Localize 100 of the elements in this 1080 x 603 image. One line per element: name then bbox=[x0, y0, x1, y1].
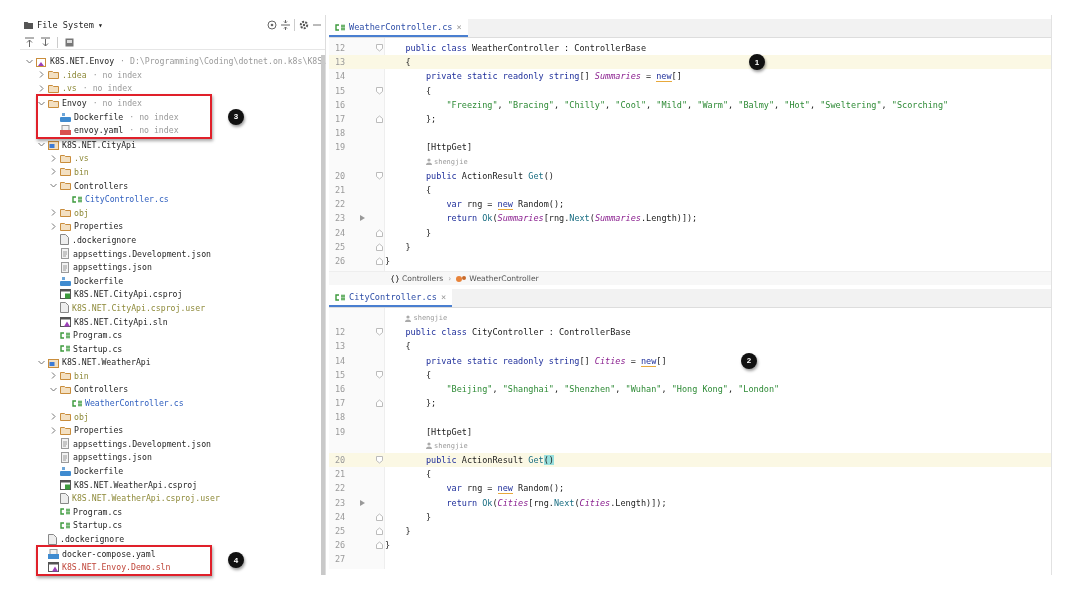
tree-item[interactable]: appsettings.json bbox=[20, 260, 152, 274]
fold-marker-icon[interactable] bbox=[375, 526, 383, 535]
tree-item[interactable]: K8S.NET.WeatherApi bbox=[20, 355, 151, 370]
line-number: 13 bbox=[334, 341, 347, 352]
tree-item[interactable]: Startup.cs bbox=[20, 341, 123, 356]
tree-item[interactable]: bin bbox=[20, 369, 89, 383]
preview-icon[interactable] bbox=[65, 37, 74, 47]
target-icon[interactable] bbox=[267, 19, 277, 30]
code-line: [HttpGet] bbox=[424, 426, 472, 437]
chevron-right-icon[interactable] bbox=[37, 84, 45, 92]
run-icon[interactable] bbox=[359, 499, 365, 506]
chevron-right-icon[interactable] bbox=[49, 154, 57, 162]
tree-item[interactable]: .dockerignore bbox=[20, 233, 137, 247]
code-line: } bbox=[424, 511, 432, 522]
chevron-right-icon[interactable] bbox=[49, 413, 57, 421]
tree-item[interactable]: docker-compose.yaml bbox=[20, 546, 156, 561]
tree-item[interactable]: appsettings.Development.json bbox=[20, 437, 212, 451]
code-line: { bbox=[424, 369, 432, 380]
panel-title[interactable]: File System bbox=[37, 19, 94, 30]
tree-item[interactable]: K8S.NET.CityApi.sln bbox=[20, 314, 168, 329]
chevron-down-icon[interactable] bbox=[37, 99, 45, 107]
tree-item[interactable]: appsettings.Development.json bbox=[20, 246, 212, 261]
tree-item[interactable]: K8S.NET.CityApi.csproj.user bbox=[20, 301, 206, 315]
chevron-right-icon[interactable] bbox=[37, 71, 45, 79]
fold-marker-icon[interactable] bbox=[375, 328, 383, 337]
tree-item[interactable]: obj bbox=[20, 409, 89, 424]
tree-item[interactable]: Dockerfile · no index bbox=[20, 109, 179, 124]
folder-icon bbox=[24, 20, 33, 29]
chevron-right-icon[interactable] bbox=[49, 426, 57, 434]
tree-item[interactable]: Envoy · no index bbox=[20, 96, 142, 110]
caret-icon[interactable]: ▾ bbox=[97, 19, 103, 30]
fold-marker-icon[interactable] bbox=[375, 455, 383, 464]
code-area[interactable] bbox=[329, 38, 1051, 271]
tree-item[interactable]: obj bbox=[20, 205, 89, 220]
code-line: { bbox=[404, 57, 411, 68]
fold-marker-icon[interactable] bbox=[375, 256, 383, 265]
line-number: 17 bbox=[334, 114, 347, 125]
tree-item[interactable]: Properties bbox=[20, 219, 124, 234]
chevron-right-icon[interactable] bbox=[49, 168, 57, 176]
chevron-right-icon[interactable] bbox=[49, 222, 57, 230]
tree-item[interactable]: K8S.NET.WeatherApi.csproj bbox=[20, 477, 198, 492]
csharp-file-icon bbox=[335, 22, 345, 32]
fold-marker-icon[interactable] bbox=[375, 399, 383, 408]
line-number: 23 bbox=[334, 213, 347, 224]
chevron-down-icon[interactable] bbox=[37, 141, 45, 149]
code-area[interactable] bbox=[329, 308, 1051, 570]
line-number: 24 bbox=[334, 227, 347, 238]
tree-item[interactable]: K8S.NET.Envoy.Demo.sln bbox=[20, 560, 171, 574]
tree-item[interactable]: .vs · no index bbox=[20, 81, 133, 96]
run-icon[interactable] bbox=[359, 215, 365, 222]
tree-item[interactable]: .idea · no index bbox=[20, 68, 142, 82]
line-number: 14 bbox=[334, 71, 347, 82]
tree-item[interactable]: bin bbox=[20, 165, 89, 179]
code-line: "Freezing", "Bracing", "Chilly", "Cool", "Mild", "Warm", "Balmy", "Hot", "Sweltering", "Scorching" bbox=[445, 99, 949, 110]
fold-marker-icon[interactable] bbox=[375, 171, 383, 180]
chevron-right-icon[interactable] bbox=[49, 209, 57, 217]
fold-marker-icon[interactable] bbox=[375, 86, 383, 95]
json-file-icon bbox=[60, 248, 70, 260]
tree-item[interactable]: Dockerfile bbox=[20, 273, 124, 288]
line-number: 24 bbox=[334, 511, 347, 522]
fold-marker-icon[interactable] bbox=[375, 44, 383, 53]
tree-item[interactable]: envoy.yaml · no index bbox=[20, 123, 179, 137]
tree-item[interactable]: CityController.cs bbox=[20, 192, 169, 206]
tree-item[interactable]: Properties bbox=[20, 423, 124, 438]
tree-item[interactable]: K8S.NET.WeatherApi.csproj.user bbox=[20, 491, 220, 506]
fold-marker-icon[interactable] bbox=[375, 228, 383, 237]
fold-marker-icon[interactable] bbox=[375, 541, 383, 550]
tree-item[interactable]: Program.cs bbox=[20, 328, 123, 342]
tree-item[interactable]: Startup.cs bbox=[20, 518, 123, 533]
tree-item[interactable]: Controllers bbox=[20, 178, 129, 193]
expand-up-icon[interactable] bbox=[25, 37, 34, 48]
tree-item[interactable]: Controllers bbox=[20, 382, 129, 397]
tree-item[interactable]: WeatherController.cs bbox=[20, 396, 184, 410]
line-number: 16 bbox=[334, 99, 347, 110]
fold-marker-icon[interactable] bbox=[375, 370, 383, 379]
code-line: public ActionResult Get() bbox=[424, 454, 554, 465]
fold-marker-icon[interactable] bbox=[375, 115, 383, 124]
code-line: public class WeatherController : ControllerBase bbox=[404, 43, 646, 54]
file-icon bbox=[48, 533, 57, 545]
tree-item[interactable]: .dockerignore bbox=[20, 532, 125, 546]
code-line: private static readonly string[] Summaries = new[] bbox=[424, 71, 682, 82]
tree-item[interactable]: appsettings.json bbox=[20, 450, 152, 465]
tree-item[interactable]: K8S.NET.CityApi.csproj bbox=[20, 287, 183, 302]
tree-item[interactable]: Program.cs bbox=[20, 505, 123, 519]
settings-icon[interactable] bbox=[299, 19, 309, 30]
tree-item[interactable]: Dockerfile bbox=[20, 464, 124, 478]
tree-item[interactable]: K8S.NET.CityApi bbox=[20, 138, 136, 152]
namespace-icon bbox=[391, 274, 399, 283]
fold-marker-icon[interactable] bbox=[375, 512, 383, 521]
json-file-icon bbox=[60, 438, 70, 450]
expand-down-icon[interactable] bbox=[41, 37, 50, 48]
tree-item[interactable]: K8S.NET.Envoy · D:\Programming\Coding\dotnet.on.k8s\K8S. bbox=[20, 54, 328, 69]
editor-tab[interactable]: CityController.cs × bbox=[329, 289, 453, 307]
fold-marker-icon[interactable] bbox=[375, 242, 383, 251]
chevron-right-icon[interactable] bbox=[49, 372, 57, 380]
collapse-all-icon[interactable] bbox=[281, 19, 290, 30]
code-line: } bbox=[385, 540, 391, 551]
editor-tab[interactable]: WeatherController.cs × bbox=[329, 19, 468, 37]
tree-item[interactable]: .vs bbox=[20, 151, 89, 166]
folder-icon bbox=[48, 98, 59, 108]
